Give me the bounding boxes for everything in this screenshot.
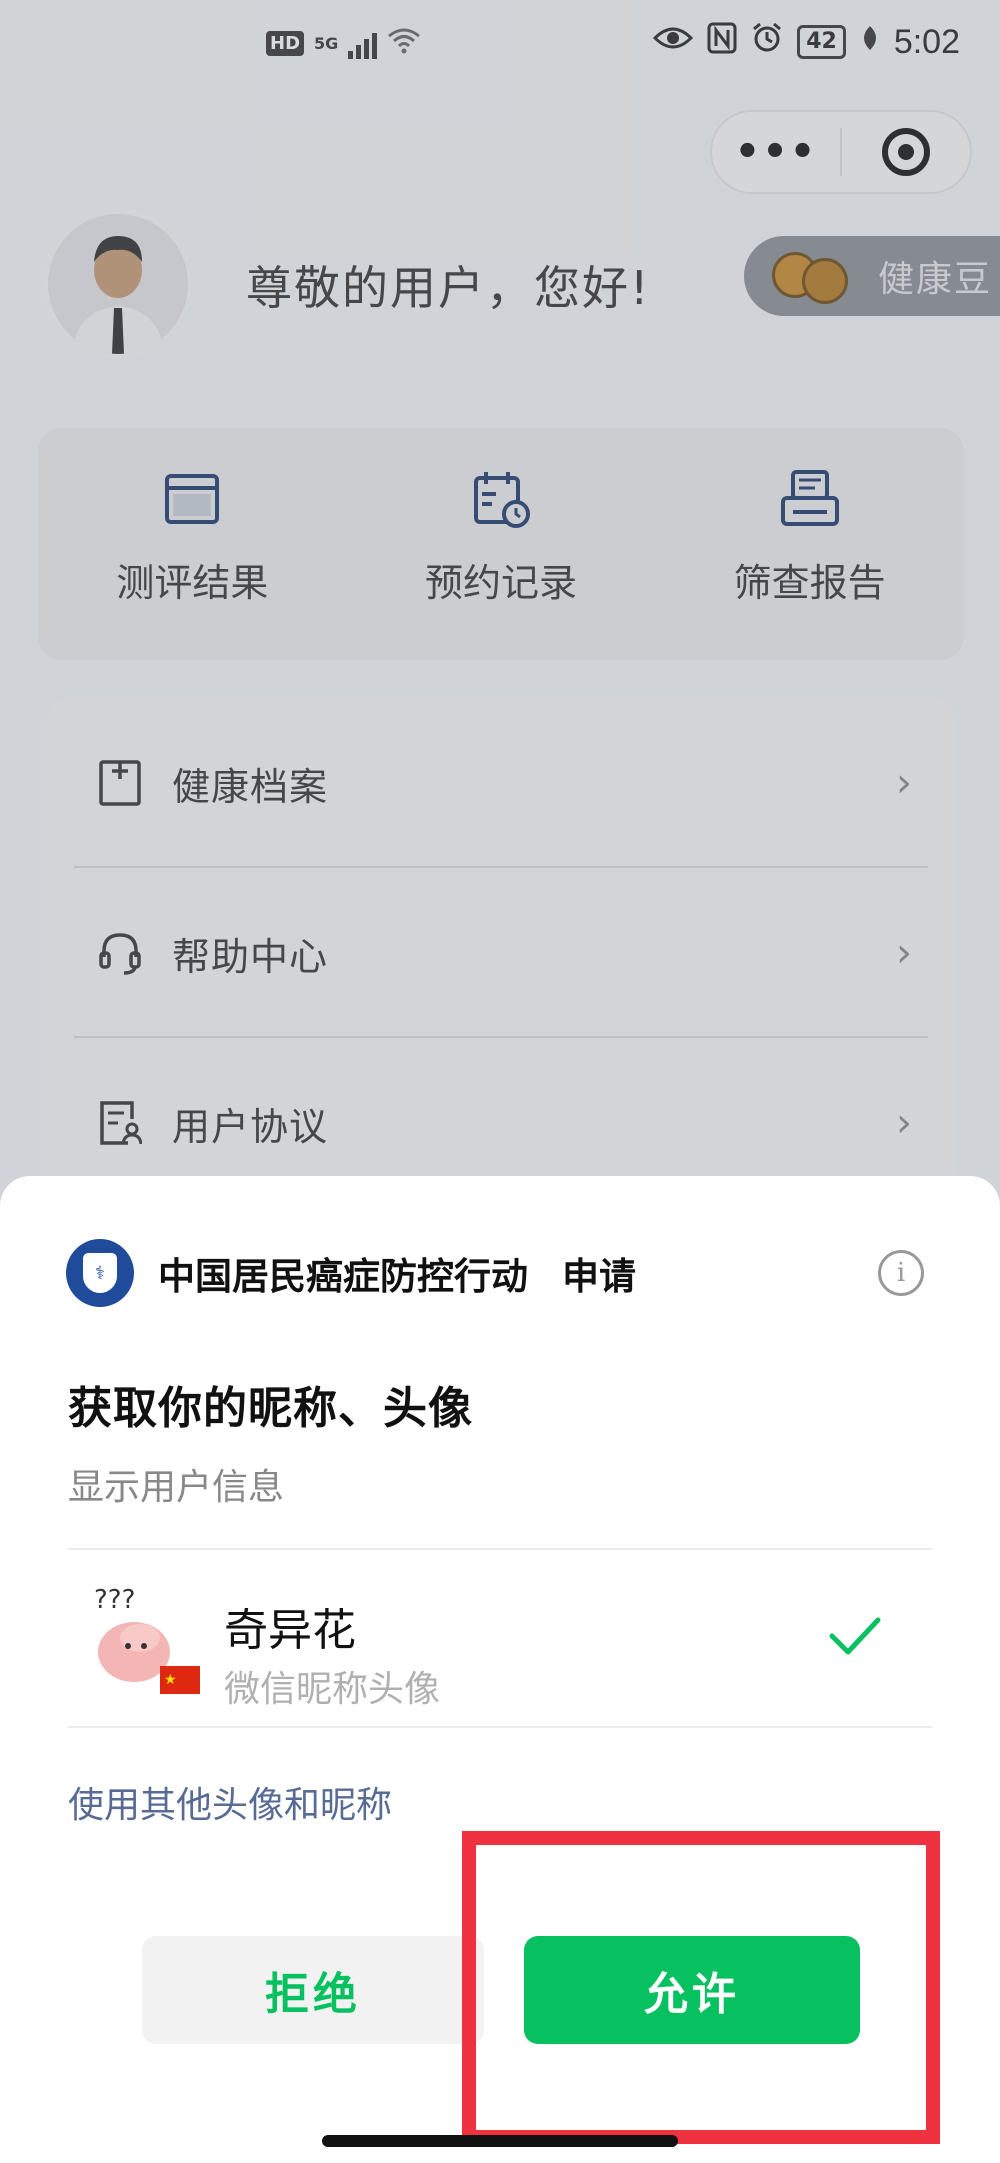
wechat-avatar: ??? ★ bbox=[94, 1585, 200, 1694]
user-nickname: 奇异花 bbox=[224, 1605, 356, 1656]
app-logo: ⚕ bbox=[66, 1239, 134, 1307]
info-icon[interactable]: i bbox=[878, 1250, 924, 1296]
shield-icon: ⚕ bbox=[83, 1253, 117, 1293]
user-desc: 微信昵称头像 bbox=[224, 1669, 441, 1710]
highlight-annotation bbox=[462, 1831, 940, 2144]
reject-button[interactable]: 拒绝 bbox=[142, 1936, 484, 2044]
home-indicator[interactable] bbox=[322, 2135, 678, 2147]
profile-page: HD 5G 42 5:02 ••• 尊敬的用户，您好! 健康豆 测评结果 预约记… bbox=[0, 0, 1000, 2163]
use-other-profile-link[interactable]: 使用其他头像和昵称 bbox=[68, 1776, 392, 1828]
permission-title: 获取你的昵称、头像 bbox=[68, 1383, 473, 1434]
svg-text:★: ★ bbox=[164, 1672, 177, 1688]
wechat-profile-option[interactable]: ??? ★ 奇异花 微信昵称头像 bbox=[68, 1550, 932, 1726]
apply-label: 申请 bbox=[562, 1255, 636, 1298]
app-header: ⚕ 中国居民癌症防控行动 申请 i bbox=[66, 1238, 934, 1308]
permission-subtitle: 显示用户信息 bbox=[68, 1467, 285, 1508]
authorization-sheet: ⚕ 中国居民癌症防控行动 申请 i 获取你的昵称、头像 显示用户信息 ??? ★… bbox=[0, 1176, 1000, 2163]
app-name: 中国居民癌症防控行动 bbox=[158, 1255, 528, 1298]
check-icon bbox=[829, 1617, 881, 1655]
sheet-divider bbox=[68, 1726, 932, 1728]
svg-text:???: ??? bbox=[94, 1585, 135, 1615]
